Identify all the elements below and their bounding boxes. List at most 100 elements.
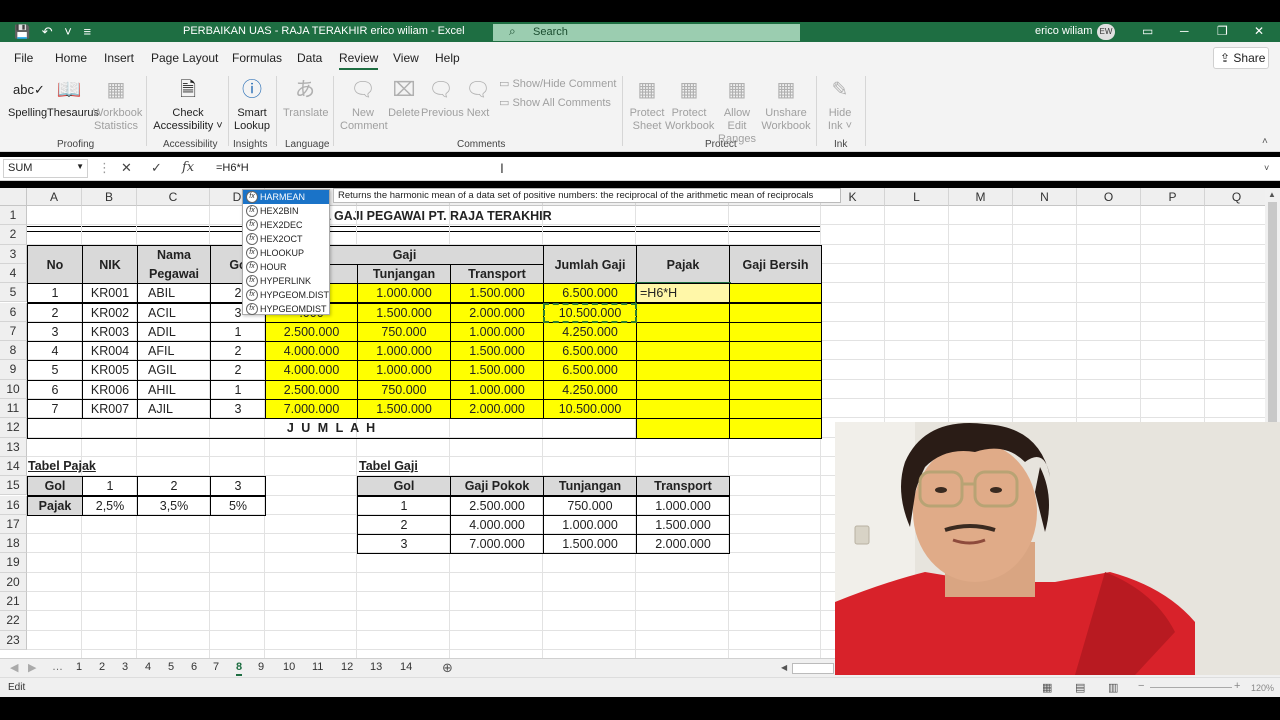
column-header-a[interactable]: A [27, 188, 82, 206]
row-header-22[interactable]: 22 [0, 611, 27, 631]
cell-transport[interactable]: 1.000.000 [450, 379, 544, 400]
cell-no[interactable]: 3 [27, 321, 83, 343]
row-header-21[interactable]: 21 [0, 592, 27, 612]
sheet-tab-5[interactable]: 5 [168, 661, 174, 673]
tab-page-layout[interactable]: Page Layout [151, 51, 218, 65]
row-header-13[interactable]: 13 [0, 437, 27, 457]
cell-jumlah-gaji[interactable]: 10.500.000 [543, 399, 637, 420]
sheet-tab-13[interactable]: 13 [370, 661, 382, 673]
minimize-icon[interactable]: ─ [1180, 24, 1189, 38]
cell-gol[interactable]: 2 [210, 360, 266, 381]
header-no[interactable]: No [27, 244, 83, 285]
sheet-tab-2[interactable]: 2 [99, 661, 105, 673]
tabel-gaji-header[interactable]: Gol [357, 476, 451, 497]
protect-workbook-button[interactable]: ▦ Protect Workbook [665, 76, 714, 133]
tabel-gaji-cell[interactable]: 1.000.000 [636, 495, 730, 516]
avatar[interactable]: EW [1097, 24, 1115, 40]
cell-jumlah-gaji[interactable]: 4.250.000 [543, 321, 637, 343]
row-header-20[interactable]: 20 [0, 572, 27, 592]
cell-nama[interactable]: ABIL [137, 283, 211, 304]
header-nama[interactable]: Nama Pegawai [137, 244, 211, 285]
tabel-pajak-title[interactable]: Tabel Pajak [27, 457, 138, 477]
tabel-gaji-cell[interactable]: 3 [357, 534, 451, 555]
tabel-gaji-cell[interactable]: 1.500.000 [543, 534, 637, 555]
column-header-m[interactable]: M [949, 188, 1013, 206]
tabel-pajak-gol[interactable]: 3 [210, 476, 266, 497]
cell-tunjangan[interactable]: 1.000.000 [357, 283, 451, 304]
tabel-gaji-cell[interactable]: 750.000 [543, 495, 637, 516]
row-header-2[interactable]: 2 [0, 225, 27, 245]
tab-home[interactable]: Home [55, 51, 87, 65]
enter-icon[interactable]: ✓ [151, 160, 162, 176]
tabel-gaji-cell[interactable]: 7.000.000 [450, 534, 544, 555]
tabel-gaji-cell[interactable]: 4.000.000 [450, 514, 544, 536]
cell-nama[interactable]: AGIL [137, 360, 211, 381]
function-autocomplete-list[interactable]: fx HARMEAN fx HEX2BIN fx HEX2DEC fx HEX2OCT fx HL… [242, 189, 330, 315]
protect-sheet-button[interactable]: ▦ Protect Sheet [628, 76, 666, 133]
sheet-tab-4[interactable]: 4 [145, 661, 151, 673]
tabel-gaji-cell[interactable]: 2 [357, 514, 451, 536]
cell-gaji-bersih[interactable] [729, 321, 822, 343]
row-header-17[interactable]: 17 [0, 514, 27, 535]
autocomplete-item[interactable]: fx HEX2BIN [243, 204, 329, 218]
header-tunjangan[interactable]: Tunjangan [357, 263, 451, 285]
cell-pajak[interactable] [636, 360, 730, 381]
expand-formula-icon[interactable]: ˅ [1264, 163, 1269, 173]
row-header-19[interactable]: 19 [0, 553, 27, 573]
show-all-comments-button[interactable]: ▭ Show All Comments [499, 96, 611, 109]
cell-gol[interactable]: 2 [210, 341, 266, 362]
cell-no[interactable]: 4 [27, 341, 83, 362]
tabel-pajak-rate[interactable]: 5% [210, 495, 266, 516]
page-break-view-icon[interactable]: ▥ [1108, 681, 1118, 694]
cell-total-pajak[interactable] [636, 418, 730, 439]
page-layout-view-icon[interactable]: ▤ [1075, 681, 1085, 694]
cell-nama[interactable]: ACIL [137, 302, 211, 323]
next-comment-button[interactable]: 🗨 Next [463, 76, 493, 120]
horizontal-scrollbar[interactable] [792, 663, 834, 674]
cell-nik[interactable]: KR001 [82, 283, 138, 304]
cell-gaji-bersih[interactable] [729, 379, 822, 400]
cell-transport[interactable]: 1.500.000 [450, 283, 544, 304]
tabel-gaji-title[interactable]: Tabel Gaji [357, 457, 451, 477]
header-gaji-bersih[interactable]: Gaji Bersih [729, 244, 822, 285]
cancel-icon[interactable]: ✕ [121, 160, 132, 176]
zoom-in-icon[interactable]: + [1234, 680, 1240, 692]
row-header-16[interactable]: 16 [0, 495, 27, 515]
cell-no[interactable]: 7 [27, 399, 83, 420]
row-header-12[interactable]: 12 [0, 418, 27, 438]
cell-tunjangan[interactable]: 1.000.000 [357, 360, 451, 381]
cell-tunjangan[interactable]: 750.000 [357, 321, 451, 343]
check-accessibility-button[interactable]: 🗎 Check Accessibility ˅ [152, 76, 224, 133]
cell-gaji-bersih[interactable] [729, 360, 822, 381]
add-sheet-icon[interactable]: ⊕ [442, 660, 453, 676]
cell-transport[interactable]: 1.500.000 [450, 360, 544, 381]
row-header-9[interactable]: 9 [0, 360, 27, 380]
autocomplete-item[interactable]: fx HEX2OCT [243, 232, 329, 246]
row-header-11[interactable]: 11 [0, 399, 27, 419]
autocomplete-item[interactable]: fx HARMEAN [243, 190, 329, 204]
autocomplete-item[interactable]: fx HLOOKUP [243, 246, 329, 260]
ribbon-display-icon[interactable]: ▭ [1142, 24, 1153, 38]
cell-total-gaji-bersih[interactable] [729, 418, 822, 439]
search-box[interactable]: ⌕ Search [493, 24, 800, 41]
jumlah-label[interactable]: J U M L A H [27, 418, 637, 439]
row-header-8[interactable]: 8 [0, 341, 27, 361]
cell-nama[interactable]: AJIL [137, 399, 211, 420]
column-header-c[interactable]: C [137, 188, 210, 206]
scroll-left-icon[interactable]: ◀ [781, 663, 787, 672]
thesaurus-button[interactable]: 📖 Thesaurus [47, 76, 99, 120]
cell-transport[interactable]: 1.500.000 [450, 341, 544, 362]
cell-no[interactable]: 6 [27, 379, 83, 400]
cell-tunjangan[interactable]: 1.000.000 [357, 341, 451, 362]
sheet-tab-8[interactable]: 8 [236, 661, 243, 676]
header-transport[interactable]: Transport [450, 263, 544, 285]
sheet-tab-12[interactable]: 12 [341, 661, 353, 673]
name-box[interactable]: SUM ▼ [3, 159, 88, 178]
tabel-pajak-gol[interactable]: 1 [82, 476, 138, 497]
column-header-l[interactable]: L [885, 188, 949, 206]
cell-gaji-pokok[interactable]: 2.500.000 [265, 379, 358, 400]
cell-tunjangan[interactable]: 1.500.000 [357, 399, 451, 420]
previous-comment-button[interactable]: 🗨 Previous [421, 76, 464, 120]
insert-function-icon[interactable]: fx [182, 160, 194, 175]
new-comment-button[interactable]: 🗨 New Comment [340, 76, 388, 133]
